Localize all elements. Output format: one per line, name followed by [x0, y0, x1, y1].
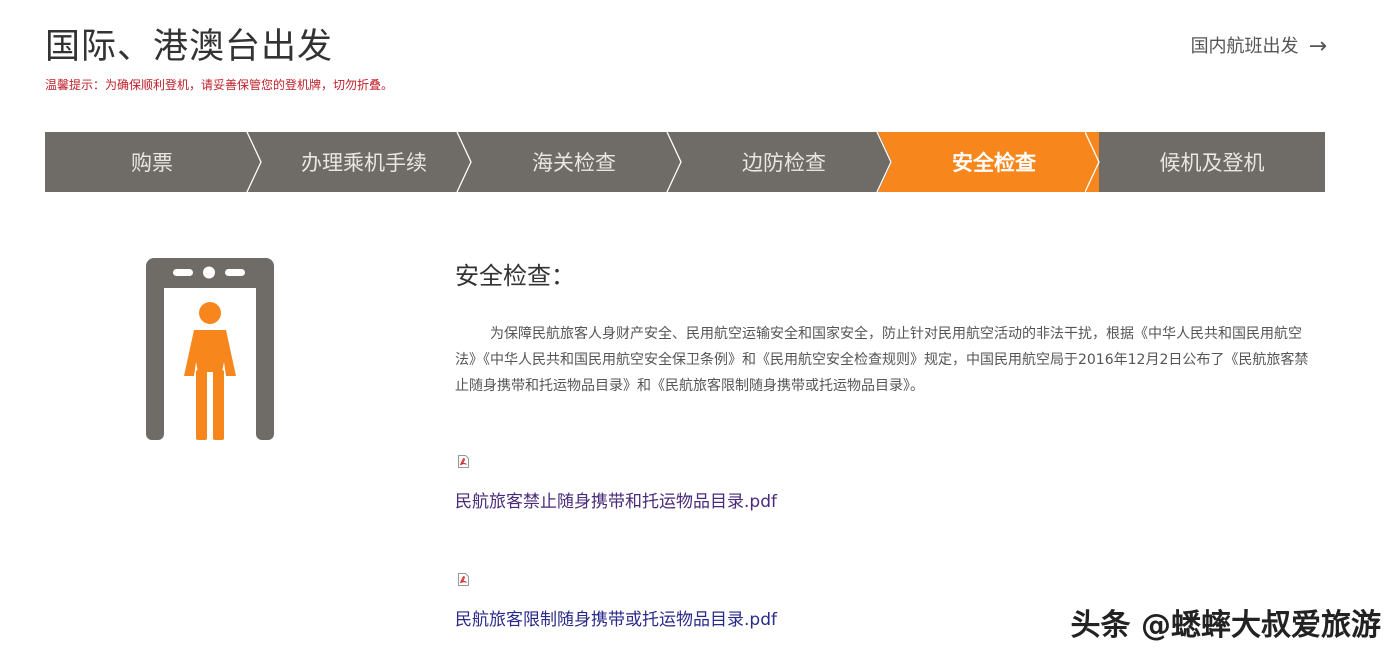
pdf-icon — [458, 455, 469, 468]
pdf-icon — [458, 573, 469, 586]
step-customs[interactable]: 海关检查 — [469, 132, 682, 192]
file-link-restricted-items[interactable]: 民航旅客限制随身携带或托运物品目录.pdf — [455, 608, 777, 632]
section-title: 安全检查： — [455, 262, 575, 290]
step-ticketing[interactable]: 购票 — [45, 132, 262, 192]
step-label: 购票 — [131, 151, 173, 175]
step-label: 边防检查 — [742, 151, 826, 175]
step-border-control[interactable]: 边防检查 — [679, 132, 889, 192]
watermark: 头条 @蟋蟀大叔爱旅游 — [1070, 608, 1381, 643]
process-steps: 购票 办理乘机手续 海关检查 边防检查 安全检查 候机及登机 — [45, 132, 1325, 192]
chevron-separator-icon — [246, 132, 262, 192]
step-label: 办理乘机手续 — [301, 151, 427, 175]
chevron-separator-icon — [666, 132, 682, 192]
step-label: 候机及登机 — [1159, 151, 1265, 175]
step-check-in[interactable]: 办理乘机手续 — [259, 132, 472, 192]
chevron-lead-icon — [875, 132, 903, 192]
step-label: 安全检查 — [952, 151, 1036, 175]
domestic-departure-label: 国内航班出发 — [1190, 36, 1299, 57]
security-gate-icon — [146, 258, 274, 440]
file-link-prohibited-items[interactable]: 民航旅客禁止随身携带和托运物品目录.pdf — [455, 490, 777, 514]
step-boarding[interactable]: 候机及登机 — [1099, 132, 1325, 192]
page-title: 国际、港澳台出发 — [45, 27, 334, 67]
step-security-check[interactable]: 安全检查 — [875, 132, 1100, 192]
step-label: 海关检查 — [532, 151, 616, 175]
boarding-tip: 温馨提示：为确保顺利登机，请妥善保管您的登机牌，切勿折叠。 — [45, 78, 394, 92]
domestic-departure-link[interactable]: 国内航班出发 → — [1191, 34, 1327, 60]
chevron-separator-icon — [1085, 132, 1100, 192]
chevron-separator-icon — [456, 132, 472, 192]
security-description: 为保障民航旅客人身财产安全、民用航空运输安全和国家安全，防止针对民用航空活动的非… — [455, 326, 1309, 394]
arrow-right-icon: → — [1308, 34, 1327, 59]
